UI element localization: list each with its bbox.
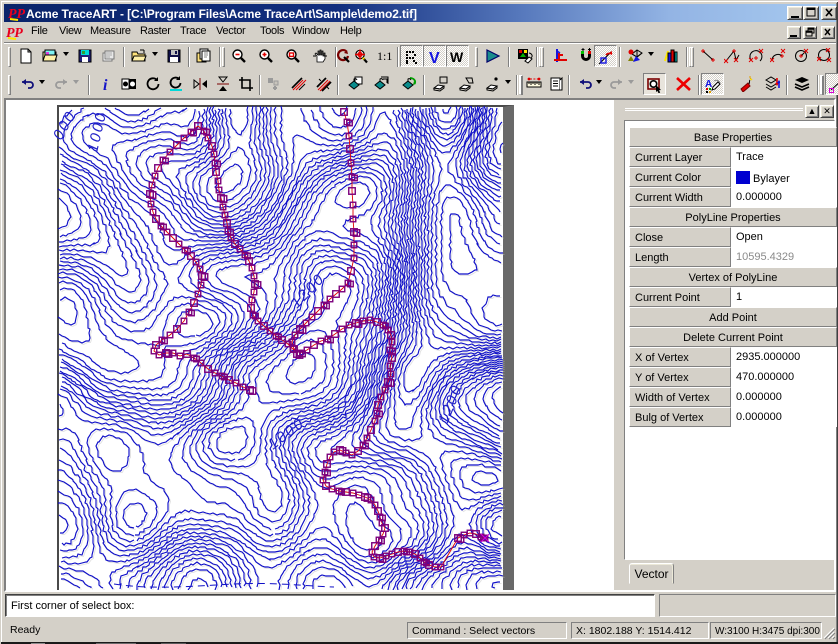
svg-text:W: W <box>450 49 464 65</box>
svg-text:V: V <box>429 50 440 65</box>
svg-text:i: i <box>103 77 108 92</box>
svg-text:1:1: 1:1 <box>377 49 392 63</box>
